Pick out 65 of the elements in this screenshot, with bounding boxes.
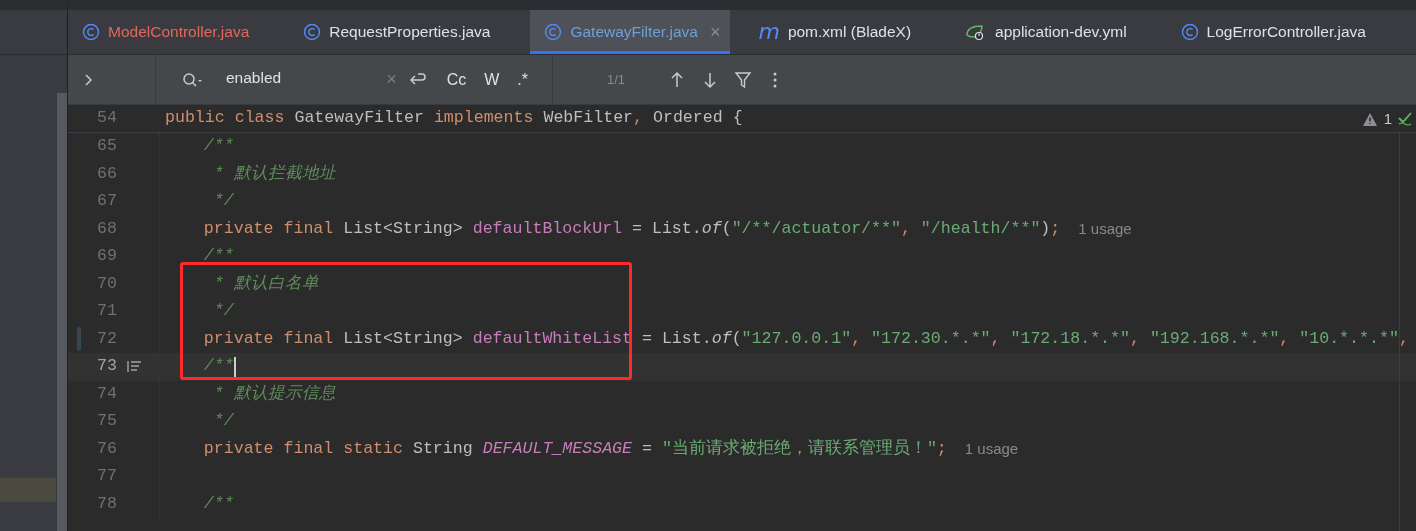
line-number: 74 xyxy=(96,382,117,405)
filter-icon[interactable] xyxy=(734,70,752,89)
check-icon[interactable] xyxy=(1398,112,1412,127)
line-number: 71 xyxy=(96,300,117,323)
warning-icon[interactable] xyxy=(1361,111,1378,127)
highlighted-row xyxy=(0,478,56,502)
line-number: 77 xyxy=(96,465,117,488)
line-number: 72 xyxy=(96,327,117,350)
code-line: public class GatewayFilter implements WebFilter, Ordered { xyxy=(165,107,743,130)
code-line: */ xyxy=(212,300,234,323)
code-line: */ xyxy=(212,410,234,433)
code-line: /** xyxy=(202,355,234,378)
editor-tab[interactable]: RequestProperties.java xyxy=(289,10,531,54)
editor-tab[interactable]: LogErrorController.java xyxy=(1166,10,1406,54)
code-line: /** xyxy=(202,245,234,268)
match-count: 1/1 xyxy=(607,70,627,89)
code-line: */ xyxy=(212,190,234,213)
line-number: 65 xyxy=(96,135,117,158)
warning-count[interactable]: 1 xyxy=(1383,108,1392,131)
scrollbar[interactable] xyxy=(57,93,67,531)
tab-label: ModelController.java xyxy=(108,22,250,43)
line-number: 66 xyxy=(96,162,117,185)
tab-label: LogErrorController.java xyxy=(1206,22,1366,43)
line-number: 78 xyxy=(96,492,117,515)
chevron-right-icon[interactable] xyxy=(84,72,94,87)
maven-icon: m xyxy=(758,21,780,43)
text-cursor xyxy=(233,356,236,377)
line-number: 76 xyxy=(96,437,117,460)
line-number: 54 xyxy=(96,107,117,130)
line-number: 67 xyxy=(96,190,117,213)
change-marker[interactable] xyxy=(77,327,81,352)
search-field[interactable]: enabled xyxy=(226,65,387,90)
class-icon xyxy=(82,23,100,41)
tab-label: application-dev.yml xyxy=(995,22,1127,43)
line-number: 69 xyxy=(96,245,117,268)
code-line: /** xyxy=(202,135,234,158)
code-line: private final List<String> defaultWhiteList = List.of("127.0.0.1", "172.30.*.*", "172.18.*.*", "192.168.*.*", "10.*.*.*", xyxy=(202,327,1409,350)
lines-icon[interactable] xyxy=(127,360,142,374)
line-number: 73 xyxy=(96,355,117,378)
editor-tab[interactable]: m pom.xml (BladeX) xyxy=(744,10,952,54)
editor-tab[interactable]: application-dev.yml xyxy=(951,10,1167,54)
search-option-toggle[interactable]: .* xyxy=(515,67,530,92)
class-icon xyxy=(303,23,322,41)
tab-label: GatewayFilter.java xyxy=(570,22,698,43)
search-icon[interactable] xyxy=(182,71,204,88)
code-line: private final List<String> defaultBlockUrl = List.of("/**/actuator/**", "/health/**"); xyxy=(202,217,1061,240)
tab-label: pom.xml (BladeX) xyxy=(787,22,912,43)
line-number: 68 xyxy=(96,217,117,240)
search-option-toggle[interactable]: W xyxy=(482,67,502,92)
tab-label: RequestProperties.java xyxy=(329,22,491,43)
code-line: * 默认提示信息 xyxy=(212,382,336,405)
class-icon xyxy=(1180,23,1199,41)
class-icon xyxy=(544,23,563,41)
search-option-toggle[interactable]: Cc xyxy=(444,67,469,92)
more-icon[interactable] xyxy=(772,70,778,89)
arrow-up-icon[interactable] xyxy=(669,70,685,89)
code-line: * 默认拦截地址 xyxy=(212,162,336,185)
arrow-down-icon[interactable] xyxy=(702,70,718,89)
code-line: /** xyxy=(202,492,234,515)
line-number: 70 xyxy=(96,272,117,295)
usage-hint[interactable]: 1 usage xyxy=(1078,218,1132,241)
line-number: 75 xyxy=(96,410,117,433)
code-line: * 默认白名单 xyxy=(212,272,319,295)
usage-hint[interactable]: 1 usage xyxy=(964,438,1019,461)
code-line: private final static String DEFAULT_MESSAGE = "当前请求被拒绝，请联系管理员！"; xyxy=(202,437,947,460)
